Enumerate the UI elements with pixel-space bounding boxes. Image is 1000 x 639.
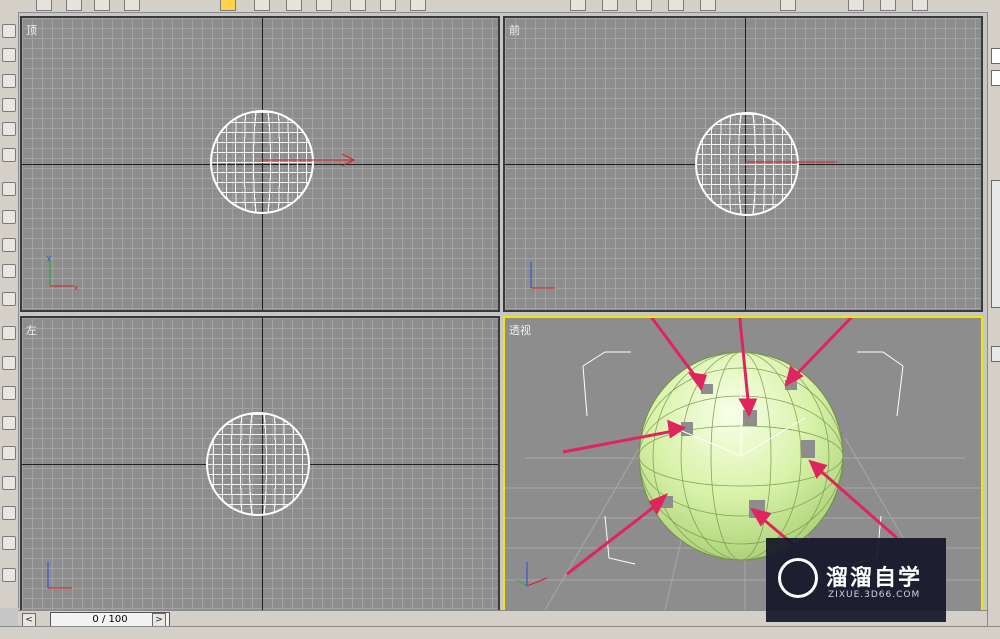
link-icon[interactable] (94, 0, 110, 11)
schematic-icon[interactable] (700, 0, 716, 11)
status-bar (0, 626, 1000, 639)
viewport-front[interactable]: 前 (503, 16, 983, 312)
create-icon[interactable] (2, 24, 16, 38)
select-region-icon[interactable] (286, 0, 302, 11)
axis-tripod-icon (516, 562, 548, 587)
motion-icon[interactable] (2, 264, 16, 278)
viewport-label[interactable]: 左 (26, 322, 37, 338)
helper-icon[interactable] (2, 148, 16, 162)
next-frame-button[interactable]: > (152, 613, 166, 627)
move-icon[interactable] (350, 0, 366, 11)
redo-icon[interactable] (66, 0, 82, 11)
light-icon[interactable] (2, 98, 16, 112)
object-color-field[interactable] (991, 70, 1000, 86)
command-panel (987, 12, 1000, 638)
mirror-icon[interactable] (570, 0, 586, 11)
curve-editor-icon[interactable] (668, 0, 684, 11)
viewport-top[interactable]: 顶 y x (20, 16, 500, 312)
move-gizmo[interactable] (745, 156, 845, 172)
panel-rollout[interactable] (991, 346, 1000, 362)
align-icon[interactable] (602, 0, 618, 11)
patch-icon[interactable] (2, 476, 16, 490)
render-setup-icon[interactable] (848, 0, 864, 11)
undo-icon[interactable] (36, 0, 52, 11)
watermark-subtitle: ZIXUE.3D66.COM (828, 590, 921, 600)
axis-tripod-icon: y x (47, 254, 78, 292)
viewport-label[interactable]: 顶 (26, 22, 37, 38)
spacewarp-icon[interactable] (2, 356, 16, 370)
camera-icon[interactable] (2, 122, 16, 136)
svg-text:y: y (47, 254, 51, 262)
door-icon[interactable] (2, 536, 16, 550)
panel-scrollbar[interactable] (991, 180, 1000, 308)
layer-icon[interactable] (636, 0, 652, 11)
particle-icon[interactable] (2, 416, 16, 430)
rotate-icon[interactable] (380, 0, 396, 11)
axis-tripod-icon (530, 262, 555, 289)
viewport-label[interactable]: 前 (509, 22, 520, 38)
prev-frame-button[interactable]: < (22, 613, 36, 627)
render-icon[interactable] (880, 0, 896, 11)
geometry-icon[interactable] (2, 48, 16, 62)
select-by-name-icon[interactable] (254, 0, 270, 11)
lock-icon[interactable] (2, 182, 16, 196)
main-toolbar (0, 0, 1000, 13)
viewport-left[interactable]: 左 (20, 316, 500, 612)
quick-render-icon[interactable] (912, 0, 928, 11)
stairs-icon[interactable] (2, 568, 16, 582)
move-gizmo[interactable] (262, 154, 362, 174)
scale-icon[interactable] (410, 0, 426, 11)
watermark: 溜溜自学 ZIXUE.3D66.COM (766, 538, 946, 622)
play-logo-icon (778, 558, 818, 598)
shape-icon[interactable] (2, 74, 16, 88)
svg-text:x: x (74, 284, 78, 292)
compound-icon[interactable] (2, 446, 16, 460)
axis-tripod-icon (47, 562, 72, 589)
utilities-icon[interactable] (2, 326, 16, 340)
select-icon[interactable] (220, 0, 236, 11)
sphere-wireframe[interactable] (206, 412, 310, 516)
display-icon[interactable] (2, 292, 16, 306)
nurbs-icon[interactable] (2, 506, 16, 520)
modifier-icon[interactable] (2, 210, 16, 224)
window-crossing-icon[interactable] (316, 0, 332, 11)
object-name-field[interactable] (991, 48, 1000, 64)
material-editor-icon[interactable] (780, 0, 796, 11)
system-icon[interactable] (2, 386, 16, 400)
watermark-title: 溜溜自学 (826, 566, 923, 591)
left-tool-strip (0, 12, 19, 608)
hierarchy-icon[interactable] (2, 238, 16, 252)
unlink-icon[interactable] (124, 0, 140, 11)
